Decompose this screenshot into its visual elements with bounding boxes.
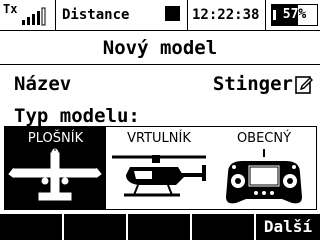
softkey-4[interactable] [192, 214, 254, 240]
status-separator [265, 0, 266, 31]
helicopter-icon [112, 155, 206, 197]
signal-strength-icon [22, 7, 46, 26]
status-bar: Tx Distance 12:22:38 57% [0, 0, 320, 31]
airplane-icon [8, 148, 102, 201]
status-separator [187, 0, 188, 31]
edit-pencil-icon[interactable] [295, 76, 313, 94]
page-title: Nový model [102, 37, 218, 59]
transmitter-icon [226, 149, 302, 204]
status-title: Distance [62, 7, 130, 23]
clock: 12:22:38 [192, 7, 260, 23]
stop-icon [165, 6, 180, 21]
option-label: OBECNÝ [236, 131, 292, 146]
softkey-bar: Další [0, 214, 320, 240]
status-separator [55, 0, 56, 31]
title-divider [0, 64, 320, 65]
name-label: Název [14, 73, 72, 95]
name-value[interactable]: Stinger [213, 73, 293, 95]
tx-label: Tx [3, 2, 18, 16]
softkey-1[interactable] [0, 214, 62, 240]
softkey-2[interactable] [64, 214, 126, 240]
battery-percent: 57% [282, 7, 307, 22]
next-button[interactable]: Další [256, 214, 320, 240]
model-type-option-general[interactable]: OBECNÝ [212, 127, 316, 209]
option-label: PLOŠNÍK [27, 131, 84, 146]
softkey-3[interactable] [128, 214, 190, 240]
model-type-option-airplane[interactable]: PLOŠNÍK [5, 127, 106, 209]
battery-indicator: 57% [271, 4, 318, 26]
model-type-label: Typ modelu: [14, 105, 140, 127]
status-divider [0, 30, 320, 31]
option-label: VRTULNÍK [127, 131, 191, 146]
model-type-option-helicopter[interactable]: VRTULNÍK [108, 127, 210, 209]
